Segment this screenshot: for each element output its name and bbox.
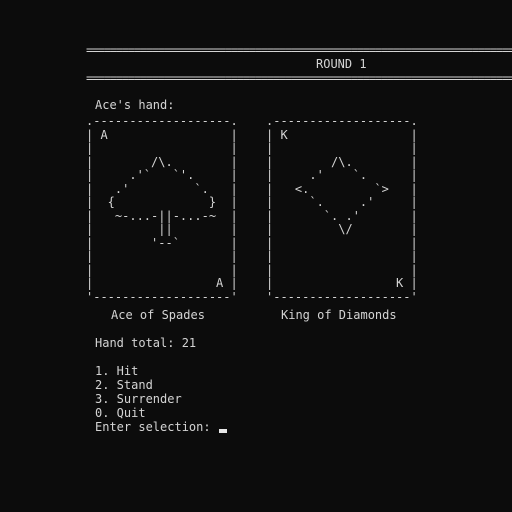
card-ace-of-spades: .-------------------. | A | | | | /\. | … <box>86 114 238 304</box>
hand-total: Hand total: 21 <box>95 336 197 350</box>
header-rule-top: ========================================… <box>86 43 512 57</box>
menu-item-quit[interactable]: 0. Quit <box>95 406 146 420</box>
card-king-of-diamonds: .-------------------. | K | | | | /\. | … <box>266 114 418 304</box>
hand-label: Ace's hand: <box>95 98 175 112</box>
card-caption-king-of-diamonds: King of Diamonds <box>281 308 397 322</box>
selection-prompt-line[interactable]: Enter selection: <box>95 420 227 434</box>
menu-item-stand[interactable]: 2. Stand <box>95 378 153 392</box>
menu-item-hit[interactable]: 1. Hit <box>95 364 138 378</box>
menu-item-surrender[interactable]: 3. Surrender <box>95 392 182 406</box>
text-cursor[interactable] <box>218 429 227 433</box>
terminal-window: ========================================… <box>0 0 512 512</box>
selection-prompt: Enter selection: <box>95 420 218 434</box>
round-title: ROUND 1 <box>316 57 367 71</box>
header-rule-bottom: ========================================… <box>86 71 512 85</box>
card-caption-ace-of-spades: Ace of Spades <box>111 308 205 322</box>
